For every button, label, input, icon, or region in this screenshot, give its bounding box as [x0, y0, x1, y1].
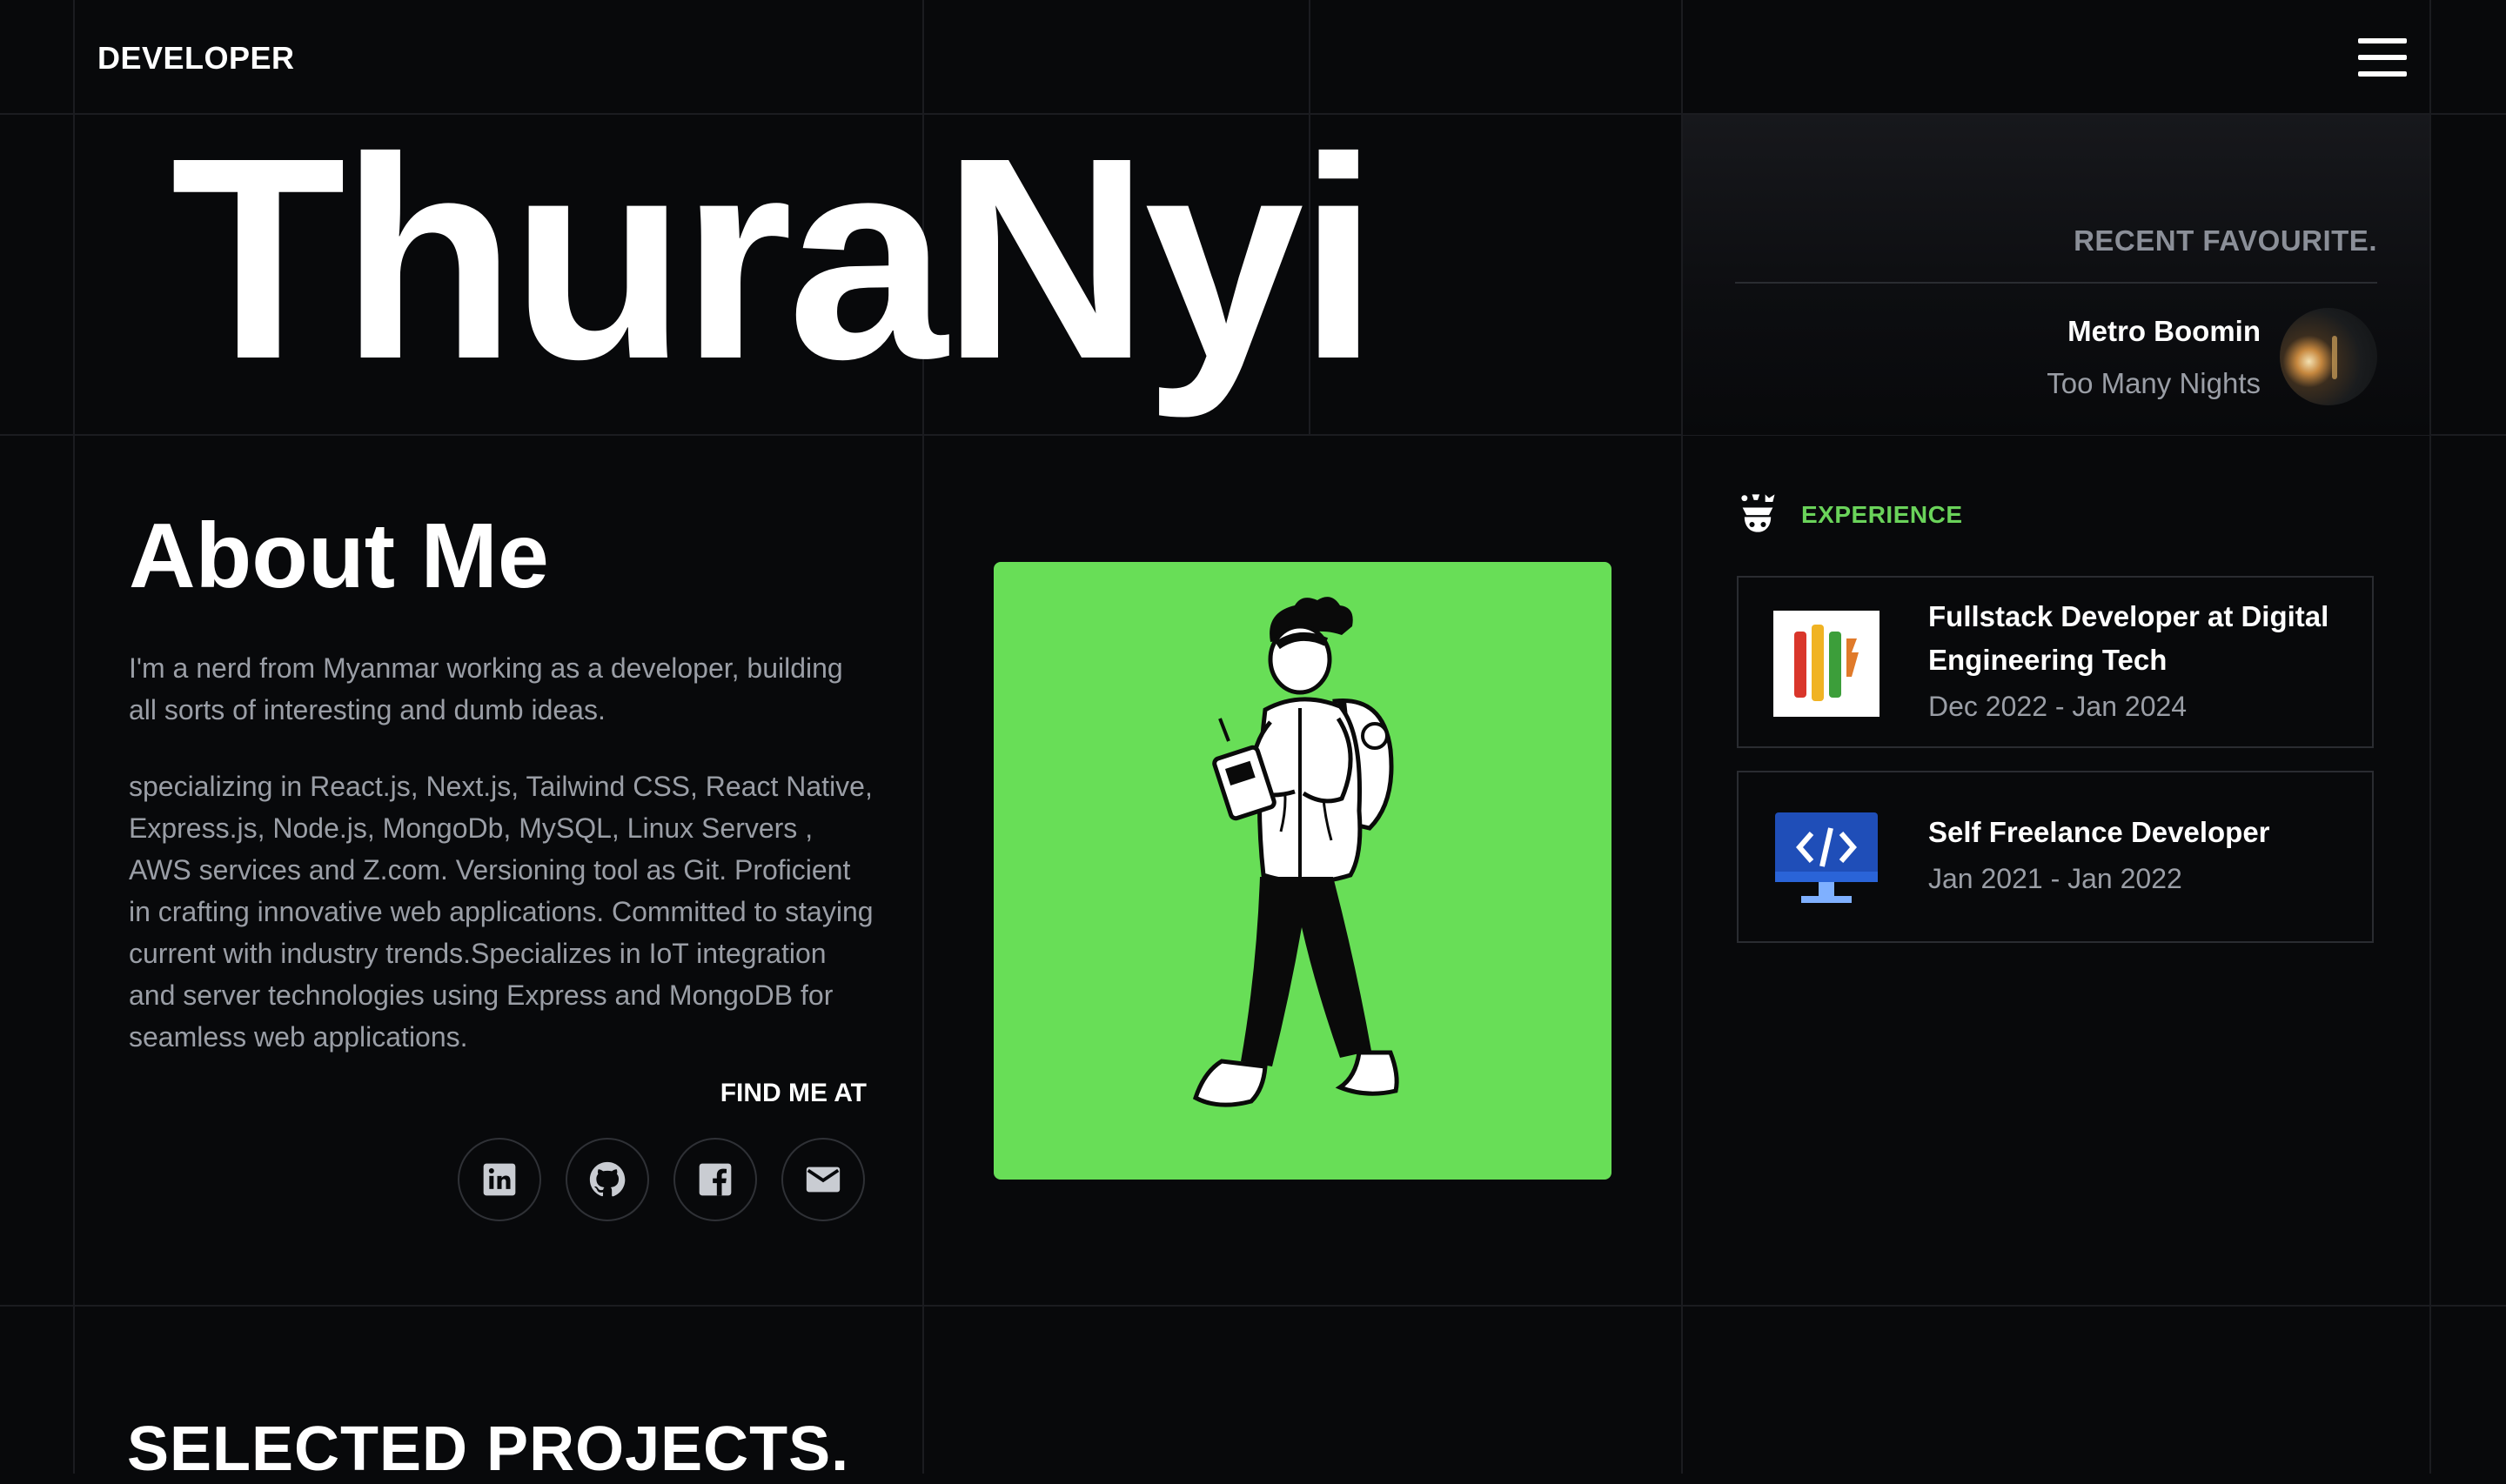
about-title: About Me [129, 505, 549, 607]
experience-icon [1741, 494, 1775, 532]
developer-illustration [994, 562, 1611, 1180]
hamburger-menu-icon[interactable] [2358, 38, 2407, 77]
divider [1735, 282, 2377, 284]
find-me-label: FIND ME AT [720, 1079, 867, 1107]
album-cover[interactable] [2280, 308, 2377, 405]
experience-card[interactable]: Self Freelance Developer Jan 2021 - Jan … [1737, 771, 2374, 943]
experience-title: EXPERIENCE [1801, 501, 1963, 528]
experience-role: Fullstack Developer at Digital Engineeri… [1928, 600, 2329, 676]
favourite-song: Too Many Nights [2047, 367, 2261, 399]
favourite-artist: Metro Boomin [2067, 315, 2261, 347]
about-intro: I'm a nerd from Myanmar working as a dev… [129, 652, 843, 725]
selected-projects-title: SELECTED PROJECTS. [127, 1414, 850, 1484]
facebook-button[interactable] [673, 1138, 757, 1221]
recent-favourite-panel: RECENT FAVOURITE. Metro Boomin Too Many … [1683, 115, 2429, 435]
grid-line [73, 0, 75, 1474]
linkedin-button[interactable] [458, 1138, 541, 1221]
digital-engineering-tech-logo [1773, 611, 1880, 717]
code-monitor-icon [1775, 812, 1878, 903]
experience-card[interactable]: Fullstack Developer at Digital Engineeri… [1737, 576, 2374, 748]
github-icon [589, 1161, 626, 1197]
facebook-icon [699, 1163, 732, 1196]
email-button[interactable] [781, 1138, 865, 1221]
about-details: specializing in React.js, Next.js, Tailw… [129, 771, 874, 1053]
github-button[interactable] [566, 1138, 649, 1221]
experience-dates: Dec 2022 - Jan 2024 [1928, 691, 2188, 722]
experience-role: Self Freelance Developer [1928, 816, 2270, 848]
grid-line [0, 1305, 2506, 1307]
brand-link[interactable]: DEVELOPER [97, 40, 295, 77]
hero-name: ThuraNyi [171, 97, 1378, 418]
email-icon [806, 1166, 841, 1193]
grid-line [2429, 0, 2431, 1474]
linkedin-icon [483, 1163, 516, 1196]
recent-favourite-title: RECENT FAVOURITE. [2074, 224, 2377, 257]
experience-dates: Jan 2021 - Jan 2022 [1928, 863, 2182, 894]
